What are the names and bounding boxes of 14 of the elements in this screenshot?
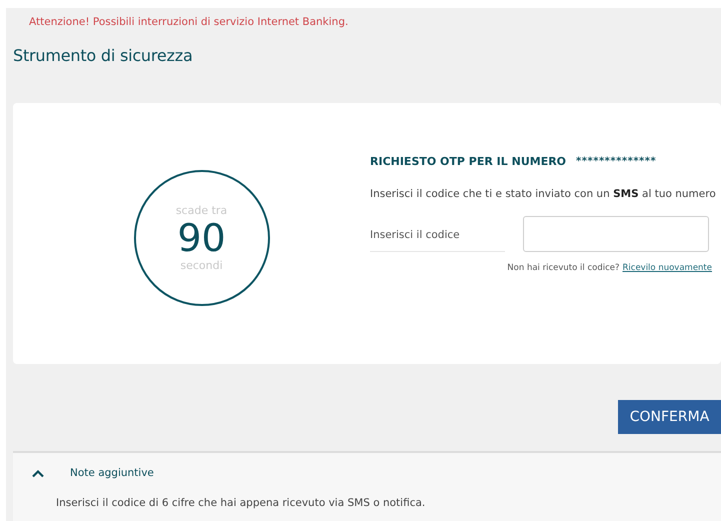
page-title: Strumento di sicurezza [13,46,194,67]
chevron-up-icon[interactable] [31,468,45,478]
confirm-button[interactable]: CONFERMA [618,400,721,434]
notes-title[interactable]: Note aggiuntive [70,467,154,479]
code-input-field[interactable] [523,216,709,252]
code-label: Inserisci il codice [370,216,505,252]
instruction-text: Inserisci il codice che ti e stato inviato con un SMS al tuo numero [370,188,717,200]
alert-message: Attenzione! Possibili interruzioni di servizio Internet Banking. [28,15,350,30]
timer-value: 90 [177,216,226,258]
masked-number: ************** [576,156,656,166]
resend-question: Non hai ricevuto il codice? [507,263,620,273]
otp-heading: RICHIESTO OTP PER IL NUMERO [370,154,566,168]
resend-link[interactable]: Ricevilo nuovamente [622,263,712,273]
notes-text: Inserisci il codice di 6 cifre che hai appena ricevuto via SMS o notifica. [55,496,426,509]
